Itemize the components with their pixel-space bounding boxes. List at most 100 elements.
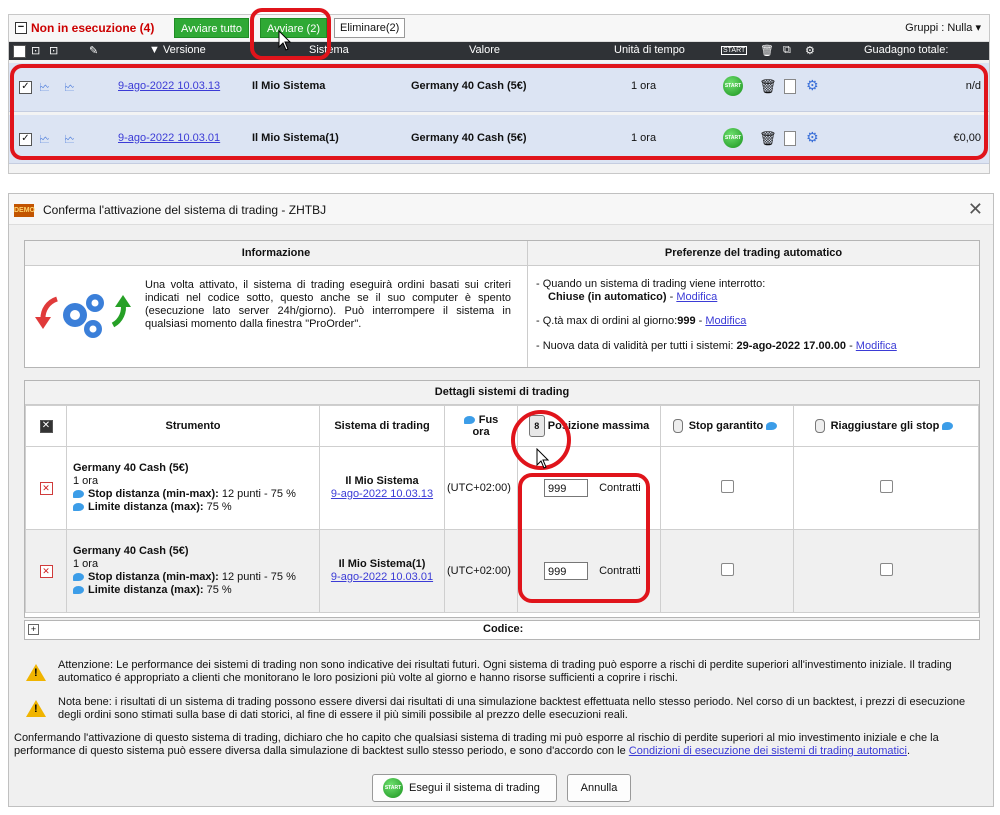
row-date-link[interactable]: 9-ago-2022 10.03.01 <box>331 571 433 583</box>
dialog-title: Conferma l'attivazione del sistema di tr… <box>43 203 327 217</box>
col-timezone-b: ora <box>472 426 490 438</box>
col-instrument: Strumento <box>66 405 320 447</box>
row-limit-label: Limite distanza (max): <box>88 584 204 596</box>
col-start: START <box>721 46 748 55</box>
highlight-max-position <box>518 473 650 603</box>
info-icon[interactable] <box>73 503 84 512</box>
row-instrument: Germany 40 Cash (5€) <box>73 545 189 557</box>
confirm-dialog: DEMO Conferma l'attivazione del sistema … <box>8 193 994 807</box>
start-icon: START <box>383 778 403 798</box>
settings-col-icon: ⚙ <box>805 45 815 57</box>
chevron-down-icon: ▾ <box>975 22 981 34</box>
info-icon[interactable] <box>942 422 954 430</box>
row-stop-value: 12 punti - 75 % <box>221 571 296 583</box>
pref-line-3: - Nuova data di validità per tutti i sis… <box>536 340 734 352</box>
warning-text-1: Attenzione: Le performance dei sistemi d… <box>58 659 952 684</box>
demo-icon: DEMO <box>14 204 35 217</box>
row-timezone: (UTC+02:00) <box>444 529 518 613</box>
remove-row-icon[interactable]: ✕ <box>39 481 53 495</box>
run-system-label: Esegui il sistema di trading <box>409 782 540 794</box>
confirm-text: Confermando l'attivazione di questo sist… <box>14 732 939 757</box>
row-system: Il Mio Sistema(1) <box>338 558 426 570</box>
modify-link-1[interactable]: Modifica <box>676 291 717 303</box>
col-version[interactable]: ▼ Versione <box>149 44 206 56</box>
details-header: Dettagli sistemi di trading <box>25 381 979 405</box>
lock-icon <box>814 419 825 433</box>
pref-line-3-value: 29-ago-2022 17.00.00 <box>736 340 847 352</box>
info-section: Informazione Preferenze del trading auto… <box>24 240 980 368</box>
modify-link-2[interactable]: Modifica <box>705 315 746 327</box>
table-row: ✕ Germany 40 Cash (5€) 1 ora Stop distan… <box>25 446 979 530</box>
highlight-rows <box>10 64 988 160</box>
warning-icon <box>26 664 46 681</box>
guaranteed-stop-checkbox[interactable] <box>720 563 734 576</box>
chart-col-icon: ⊡ <box>31 45 41 57</box>
pref-line-2-value: 999 <box>677 315 696 327</box>
select-all-checkbox[interactable] <box>13 45 26 58</box>
close-icon[interactable]: ✕ <box>968 199 983 220</box>
trash-col-icon: 🗑 <box>760 45 774 57</box>
info-icon[interactable] <box>73 586 84 595</box>
row-system: Il Mio Sistema <box>345 475 419 487</box>
code-label: Codice: <box>483 623 524 635</box>
mouse-cursor-icon <box>278 30 292 51</box>
row-instrument: Germany 40 Cash (5€) <box>73 462 189 474</box>
col-timeframe[interactable]: Unità di tempo <box>614 44 685 56</box>
row-timeframe: 1 ora <box>73 558 99 570</box>
info-icon[interactable] <box>73 573 84 582</box>
col-system: Sistema di trading <box>319 405 445 447</box>
divider <box>527 241 528 367</box>
row-timezone: (UTC+02:00) <box>444 446 518 530</box>
start-all-button[interactable]: Avviare tutto <box>174 18 249 38</box>
chart2-col-icon: ⊡ <box>49 45 59 57</box>
adjust-stops-checkbox[interactable] <box>879 563 893 576</box>
row-stop-label: Stop distanza (min-max): <box>88 488 219 500</box>
details-table: ✕ Strumento Sistema di trading Fus ora 8 … <box>25 405 979 613</box>
code-bar[interactable]: + Codice: <box>24 620 980 640</box>
pref-line-1-value: Chiuse (in automatico) <box>548 291 667 303</box>
remove-row-icon[interactable]: ✕ <box>39 564 53 578</box>
modify-link-3[interactable]: Modifica <box>856 340 897 352</box>
delete-all-icon[interactable]: ✕ <box>39 420 53 433</box>
strategies-toolbar: − Non in esecuzione (4) Avviare tutto Av… <box>9 15 989 42</box>
warning-text-2: Nota bene: i risultati di un sistema di … <box>58 696 966 721</box>
conditions-link[interactable]: Condizioni di esecuzione dei sistemi di … <box>629 745 907 757</box>
row-limit-value: 75 % <box>206 501 232 513</box>
info-icon[interactable] <box>73 490 84 499</box>
collapse-icon[interactable]: − <box>15 22 27 34</box>
prefs-header: Preferenze del trading automatico <box>528 241 979 266</box>
groups-dropdown[interactable]: Gruppi : Nulla ▾ <box>905 21 981 34</box>
run-system-button[interactable]: START Esegui il sistema di trading <box>372 774 557 802</box>
cancel-button[interactable]: Annulla <box>567 774 631 802</box>
row-limit-label: Limite distanza (max): <box>88 501 204 513</box>
table-row: ✕ Germany 40 Cash (5€) 1 ora Stop distan… <box>25 529 979 613</box>
info-icon[interactable] <box>463 416 475 425</box>
expand-icon[interactable]: + <box>28 624 39 635</box>
info-icon[interactable] <box>766 422 778 430</box>
adjust-stops-checkbox[interactable] <box>879 480 893 493</box>
row-date-link[interactable]: 9-ago-2022 10.03.13 <box>331 488 433 500</box>
pref-sep: - <box>695 315 706 327</box>
row-stop-value: 12 punti - 75 % <box>221 488 296 500</box>
section-title: Non in esecuzione (4) <box>31 21 155 35</box>
row-stop-label: Stop distanza (min-max): <box>88 571 219 583</box>
row-timeframe: 1 ora <box>73 475 99 487</box>
col-timezone-a: Fus <box>478 414 499 426</box>
details-section: Dettagli sistemi di trading ✕ Strumento … <box>24 380 980 618</box>
row-limit-value: 75 % <box>206 584 232 596</box>
mouse-cursor-icon <box>536 448 550 469</box>
dialog-titlebar: DEMO Conferma l'attivazione del sistema … <box>9 194 993 225</box>
pref-line-2: - Q.tà max di ordini al giorno: <box>536 315 678 327</box>
delete-button[interactable]: Eliminare(2) <box>334 18 406 38</box>
col-value[interactable]: Valore <box>469 44 500 56</box>
info-header: Informazione <box>25 241 528 266</box>
pref-sep: - <box>846 340 856 352</box>
col-guaranteed-stop: Stop garantito <box>688 419 764 432</box>
lock-icon <box>672 419 683 433</box>
gears-logo-icon <box>35 294 131 338</box>
pref-line-1: - Quando un sistema di trading viene int… <box>536 278 766 290</box>
guaranteed-stop-checkbox[interactable] <box>720 480 734 493</box>
wrench-icon: ✎ <box>89 45 99 57</box>
col-gain[interactable]: Guadagno totale: <box>864 44 948 56</box>
groups-label: Gruppi : Nulla <box>905 22 973 34</box>
